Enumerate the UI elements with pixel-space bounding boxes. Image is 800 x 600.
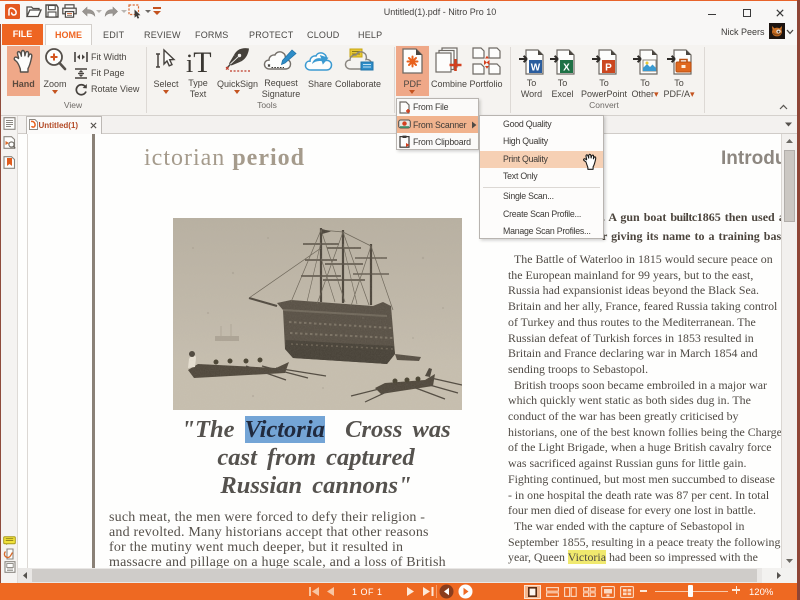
svg-text:W: W (531, 63, 541, 74)
svg-text:P: P (605, 63, 612, 74)
svg-text:X: X (563, 63, 570, 74)
